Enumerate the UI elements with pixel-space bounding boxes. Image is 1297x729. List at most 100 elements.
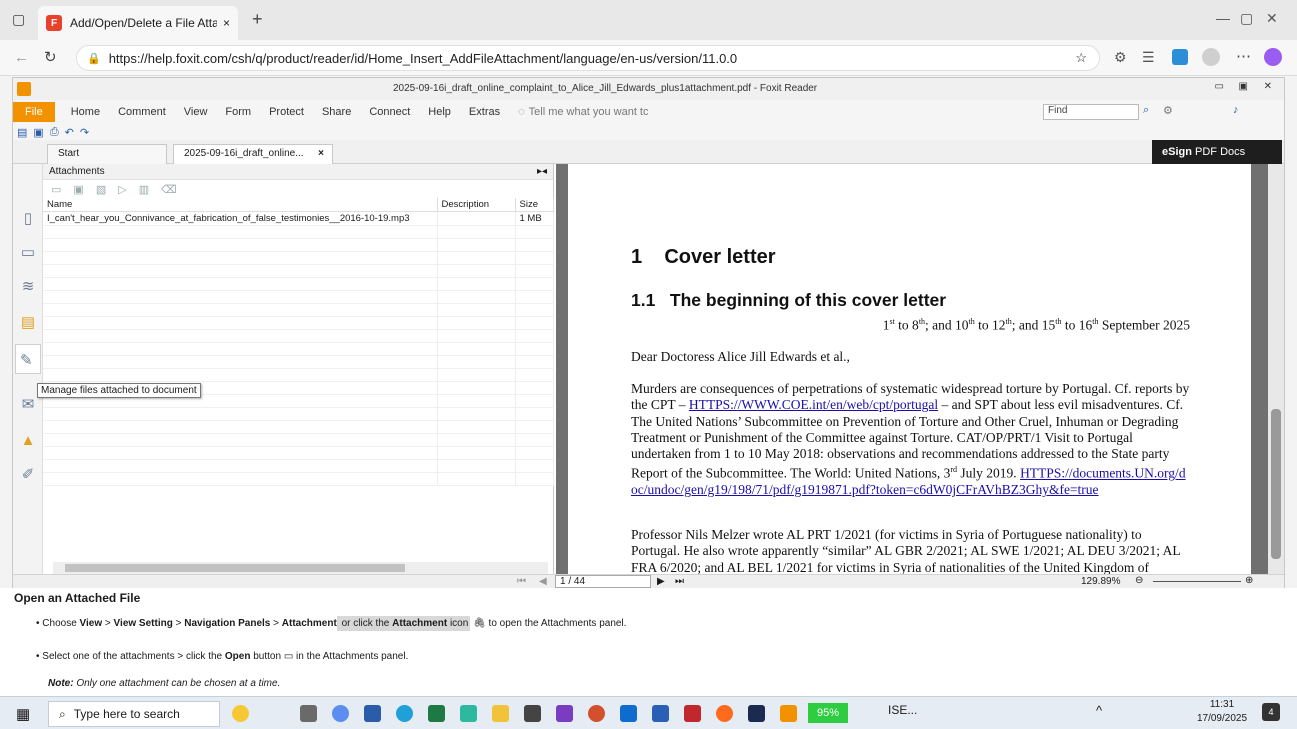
tab-document-close[interactable]: ×	[318, 148, 324, 159]
open-icon[interactable]: ▤	[17, 126, 27, 139]
task-view-icon[interactable]	[300, 705, 317, 722]
panel-collapse-icon[interactable]: ▸◂	[537, 166, 547, 177]
menu-help[interactable]: Help	[428, 106, 451, 118]
menu-comment[interactable]: Comment	[118, 106, 166, 118]
onenote-icon[interactable]	[556, 705, 573, 722]
firefox-icon[interactable]	[716, 705, 733, 722]
last-page-icon[interactable]: ⏭	[675, 576, 684, 587]
menu-protect[interactable]: Protect	[269, 106, 304, 118]
close-window-icon[interactable]: ✕	[1266, 10, 1278, 27]
zoom-in-icon[interactable]: ⊕	[1245, 575, 1253, 586]
notification-badge[interactable]: 4	[1262, 703, 1280, 721]
word-icon[interactable]	[652, 705, 669, 722]
zoom-slider[interactable]	[1153, 581, 1241, 582]
extensions-icon[interactable]: ⚙	[1114, 49, 1127, 66]
next-page-icon[interactable]: ▶	[657, 576, 665, 587]
file-explorer-icon[interactable]	[492, 705, 509, 722]
tab-document[interactable]: 2025-09-16i_draft_online... ×	[173, 144, 333, 164]
clock-date[interactable]: 17/09/2025	[1192, 713, 1252, 724]
start-windows-icon[interactable]: ▦	[16, 705, 30, 723]
zoom-level[interactable]: 129.89%	[1081, 576, 1120, 587]
layers-icon[interactable]: ≋	[19, 278, 37, 296]
delete-attachment-icon[interactable]: ⌫	[161, 183, 177, 196]
bell-icon[interactable]: ♪	[1233, 104, 1239, 116]
first-page-icon[interactable]: ⏮	[517, 576, 526, 587]
horizontal-scrollbar[interactable]	[53, 562, 548, 574]
app-icon-1[interactable]	[460, 705, 477, 722]
profile-avatar[interactable]	[1202, 48, 1220, 66]
attachment-name[interactable]: I_can't_hear_you_Connivance_at_fabricati…	[43, 211, 438, 226]
save-attachment-icon[interactable]: ▣	[73, 183, 83, 196]
menu-home[interactable]: Home	[71, 106, 100, 118]
open-attachment-icon[interactable]: ▭	[51, 183, 61, 196]
comments-icon[interactable]: ▤	[19, 314, 37, 332]
menu-view[interactable]: View	[184, 106, 208, 118]
link-coe[interactable]: HTTPS://WWW.COE.int/en/web/cpt/portugal	[689, 397, 938, 412]
favorites-icon[interactable]: ☆	[1075, 50, 1087, 66]
foxit-minimize-icon[interactable]: ▭	[1215, 81, 1224, 92]
table-row[interactable]: I_can't_hear_you_Connivance_at_fabricati…	[43, 211, 554, 226]
prev-page-icon[interactable]: ◀	[539, 576, 547, 587]
properties-attachment-icon[interactable]: ▥	[139, 183, 149, 196]
url-field[interactable]: 🔒 https://help.foxit.com/csh/q/product/r…	[76, 45, 1100, 71]
foxit-restore-icon[interactable]: ▣	[1239, 81, 1248, 92]
collections-icon[interactable]: ☰	[1142, 49, 1155, 66]
pen-icon[interactable]: ✐	[19, 466, 37, 484]
outlook-icon[interactable]	[620, 705, 637, 722]
powerpoint-icon[interactable]	[588, 705, 605, 722]
copilot-icon[interactable]	[1264, 48, 1282, 66]
edge-taskbar-icon[interactable]	[396, 705, 413, 722]
minimize-icon[interactable]: —	[1216, 10, 1230, 26]
page-thumbnails-icon[interactable]: ▭	[19, 244, 37, 262]
tray-overflow-icon[interactable]: ^	[1096, 703, 1102, 718]
page-number-field[interactable]: 1 / 44	[555, 575, 651, 588]
maximize-icon[interactable]: ▢	[1240, 10, 1253, 27]
find-input[interactable]: Find	[1043, 104, 1139, 120]
add-attachment-icon[interactable]: ▧	[96, 183, 106, 196]
ise-app-label[interactable]: ISE...	[888, 703, 917, 717]
edit-attachment-icon[interactable]: ▷	[118, 183, 126, 196]
back-icon[interactable]: ←	[14, 49, 29, 66]
store-icon[interactable]	[364, 705, 381, 722]
save-icon[interactable]: ▣	[33, 126, 43, 139]
tell-me-input[interactable]: Tell me what you want tc	[529, 106, 649, 118]
taskbar-search-box[interactable]: ⌕ Type here to search	[48, 701, 220, 727]
undo-icon[interactable]: ↶	[65, 126, 74, 139]
menu-connect[interactable]: Connect	[369, 106, 410, 118]
app-icon-4[interactable]	[748, 705, 765, 722]
more-menu-icon[interactable]: ⋯	[1236, 47, 1251, 65]
edge-icon[interactable]	[1172, 49, 1188, 65]
search-icon[interactable]: ⌕	[1143, 104, 1149, 117]
tab-actions-icon[interactable]: ▢	[12, 11, 25, 28]
copilot-taskbar-icon[interactable]	[332, 705, 349, 722]
menu-extras[interactable]: Extras	[469, 106, 500, 118]
vertical-scrollbar[interactable]	[1268, 164, 1284, 574]
security-lock-icon[interactable]: ▲	[19, 432, 37, 450]
esign-button[interactable]: eSign PDF Docs	[1152, 140, 1282, 164]
close-tab-icon[interactable]: ×	[223, 16, 230, 30]
menu-form[interactable]: Form	[225, 106, 251, 118]
attachments-panel-tab[interactable]: ✎	[15, 344, 41, 374]
app-icon-2[interactable]	[524, 705, 541, 722]
battery-indicator[interactable]: 95%	[808, 703, 848, 723]
menu-share[interactable]: Share	[322, 106, 351, 118]
bookmark-icon[interactable]: ▯	[19, 210, 37, 228]
refresh-icon[interactable]: ↻	[44, 48, 57, 66]
redo-icon[interactable]: ↷	[80, 126, 89, 139]
settings-icon[interactable]: ⚙	[1163, 104, 1173, 117]
new-tab-icon[interactable]: +	[252, 9, 263, 30]
clock-time[interactable]: 11:31	[1196, 699, 1248, 710]
tab-start[interactable]: Start	[47, 144, 167, 164]
excel-icon[interactable]	[428, 705, 445, 722]
col-size[interactable]: Size	[515, 198, 554, 212]
col-description[interactable]: Description	[437, 198, 516, 212]
browser-tab[interactable]: F Add/Open/Delete a File Attachme ×	[38, 6, 238, 40]
weather-icon[interactable]	[232, 705, 249, 722]
foxit-taskbar-icon[interactable]	[780, 705, 797, 722]
file-menu-button[interactable]: File	[13, 102, 55, 122]
foxit-close-icon[interactable]: ✕	[1264, 81, 1272, 92]
zoom-out-icon[interactable]: ⊖	[1135, 575, 1143, 586]
print-icon[interactable]: ⎙	[50, 126, 59, 139]
signatures-icon[interactable]: ✉	[19, 396, 37, 414]
col-name[interactable]: Name	[43, 198, 438, 212]
